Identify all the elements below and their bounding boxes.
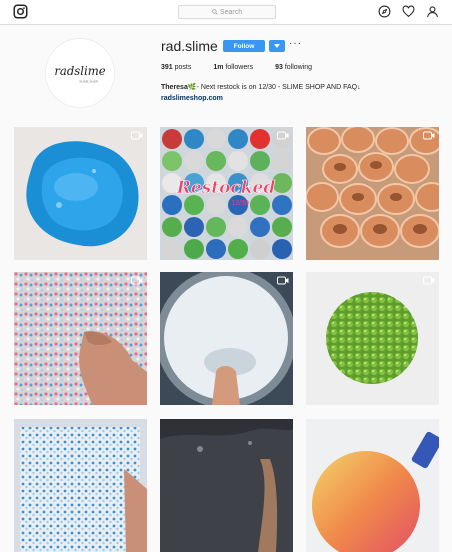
caramel-jars-image bbox=[306, 127, 439, 260]
confetti-slime-image bbox=[14, 272, 147, 405]
video-camera-icon bbox=[131, 131, 143, 140]
avatar-logo: radslime SLIME SHOP bbox=[46, 39, 114, 107]
blue-slime-image bbox=[14, 127, 147, 260]
post-peach-slime-ball[interactable] bbox=[306, 419, 439, 552]
profile-bio: Theresa🌿- Next restock is on 12/30 - SLI… bbox=[161, 83, 361, 91]
green-beaded-ball-image bbox=[306, 272, 439, 405]
explore-compass-icon[interactable] bbox=[378, 5, 391, 18]
follow-button[interactable]: Follow bbox=[223, 40, 265, 52]
video-camera-icon bbox=[131, 276, 143, 285]
profile-stats: 391 posts 1m followers 93 following bbox=[161, 64, 334, 71]
search-input[interactable]: Search bbox=[178, 5, 276, 19]
followers-count[interactable]: 1m followers bbox=[213, 64, 253, 71]
profile-avatar[interactable]: radslime SLIME SHOP bbox=[45, 38, 115, 108]
following-count[interactable]: 93 following bbox=[275, 64, 312, 71]
activity-heart-icon[interactable] bbox=[402, 5, 415, 18]
profile-username: rad.slime bbox=[161, 38, 218, 54]
restocked-jars-image: Restocked 12/30 bbox=[160, 127, 293, 260]
blue-beads-tray-image bbox=[14, 419, 147, 552]
post-confetti-slime[interactable] bbox=[14, 272, 147, 405]
instagram-logo-icon[interactable] bbox=[13, 4, 28, 19]
post-blue-slime[interactable] bbox=[14, 127, 147, 260]
video-camera-icon bbox=[277, 276, 289, 285]
profile-user-icon[interactable] bbox=[426, 5, 439, 18]
post-dark-slime[interactable] bbox=[160, 419, 293, 552]
post-white-slime-bowl[interactable] bbox=[160, 272, 293, 405]
posts-count: 391 posts bbox=[161, 64, 192, 71]
post-blue-beads-tray[interactable] bbox=[14, 419, 147, 552]
restocked-overlay-date: 12/30 bbox=[231, 200, 249, 207]
avatar-logo-text: radslime bbox=[54, 64, 105, 78]
post-caramel-jars[interactable] bbox=[306, 127, 439, 260]
search-icon bbox=[212, 9, 218, 15]
restocked-overlay-text: Restocked bbox=[176, 178, 276, 198]
peach-slime-ball-image bbox=[306, 419, 439, 552]
search-placeholder: Search bbox=[219, 8, 243, 16]
white-slime-bowl-image bbox=[160, 272, 293, 405]
video-camera-icon bbox=[277, 131, 289, 140]
bio-text: - Next restock is on 12/30 - SLIME SHOP … bbox=[196, 84, 361, 91]
video-camera-icon bbox=[423, 276, 435, 285]
avatar-logo-subtext: SLIME SHOP bbox=[79, 80, 98, 84]
chevron-down-icon bbox=[274, 44, 280, 48]
suggestions-dropdown-button[interactable] bbox=[269, 40, 285, 52]
profile-website-link[interactable]: radslimeshop.com bbox=[161, 95, 223, 102]
bio-name: Theresa bbox=[161, 84, 188, 91]
more-options-button[interactable]: ··· bbox=[289, 38, 302, 49]
dark-slime-image bbox=[160, 419, 293, 552]
video-camera-icon bbox=[423, 131, 435, 140]
post-restocked-jars[interactable]: Restocked 12/30 bbox=[160, 127, 293, 260]
leaf-emoji-icon: 🌿 bbox=[187, 84, 197, 91]
post-green-beaded-ball[interactable] bbox=[306, 272, 439, 405]
top-nav-bar: Search bbox=[0, 0, 452, 25]
